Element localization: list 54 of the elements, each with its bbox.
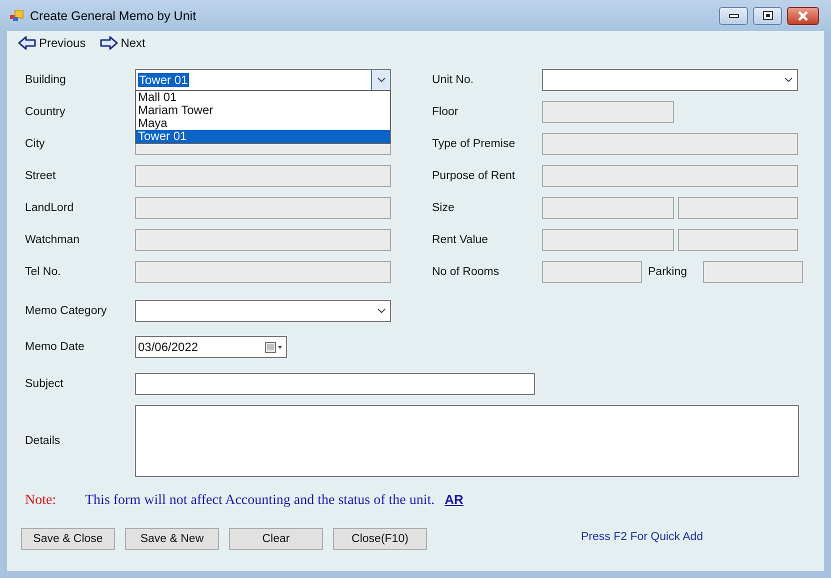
previous-button[interactable]: Previous xyxy=(18,36,86,50)
field-label: Street xyxy=(24,170,57,182)
field-label: Type of Premise xyxy=(431,138,516,150)
window-title: Create General Memo by Unit xyxy=(30,8,196,22)
action-button[interactable]: Save & New xyxy=(125,528,219,550)
field-label: Unit No. xyxy=(431,74,475,86)
date-picker[interactable]: 03/06/2022 xyxy=(135,336,287,358)
field-label: Memo Category xyxy=(24,305,108,317)
action-button[interactable]: Close(F10) xyxy=(333,528,427,550)
action-button[interactable]: Save & Close xyxy=(21,528,115,550)
field-value: Tower 01 xyxy=(138,73,189,87)
dropdown-item[interactable]: Mariam Tower xyxy=(136,104,390,117)
maximize-button[interactable] xyxy=(753,6,782,24)
left-arrow-icon xyxy=(18,36,36,50)
field-label: Watchman xyxy=(24,234,81,246)
minimize-icon xyxy=(728,14,738,18)
maximize-icon xyxy=(762,11,772,20)
dropdown-item[interactable]: Tower 01 xyxy=(136,130,390,143)
ar-link[interactable]: AR xyxy=(444,492,464,507)
chevron-icon xyxy=(376,308,386,314)
action-button[interactable]: Clear xyxy=(229,528,323,550)
field-label: Country xyxy=(24,106,66,118)
details-field[interactable] xyxy=(135,405,799,477)
field-label: Memo Date xyxy=(24,341,86,353)
field-label: No of Rooms xyxy=(431,266,500,278)
hint-text: Press F2 For Quick Add xyxy=(581,530,704,542)
field-label: Building xyxy=(24,74,67,86)
field-label: Size xyxy=(431,202,456,214)
note-text: This form will not affect Accounting and the status of the unit. xyxy=(85,493,435,509)
field-label: Subject xyxy=(24,378,64,390)
chevron-icon xyxy=(784,77,792,83)
minimize-button[interactable] xyxy=(719,6,748,24)
field-label: Purpose of Rent xyxy=(431,170,516,182)
close-button[interactable] xyxy=(787,6,819,24)
chevron-icon xyxy=(376,77,386,83)
field-label: Details xyxy=(24,435,62,447)
field-label: Parking xyxy=(647,266,687,278)
right-arrow-icon xyxy=(100,36,118,50)
field-label: Tel No. xyxy=(24,266,62,278)
field-label: Rent Value xyxy=(431,234,490,246)
note-label: Note: xyxy=(25,493,58,509)
dropdown-field[interactable] xyxy=(135,300,391,322)
field-label: City xyxy=(24,138,46,150)
field-label: LandLord xyxy=(24,202,75,214)
next-button[interactable]: Next xyxy=(100,36,146,50)
subject-field[interactable] xyxy=(135,373,535,395)
calendar-icon xyxy=(265,342,283,352)
dropdown-field[interactable]: Tower 01 xyxy=(135,69,391,91)
app-icon xyxy=(10,10,24,22)
close-icon xyxy=(797,10,809,20)
dropdown-item[interactable]: Maya xyxy=(136,117,390,130)
dropdown-item[interactable]: Mall 01 xyxy=(136,91,390,104)
dropdown-field[interactable] xyxy=(542,69,798,91)
field-label: Floor xyxy=(431,106,460,118)
